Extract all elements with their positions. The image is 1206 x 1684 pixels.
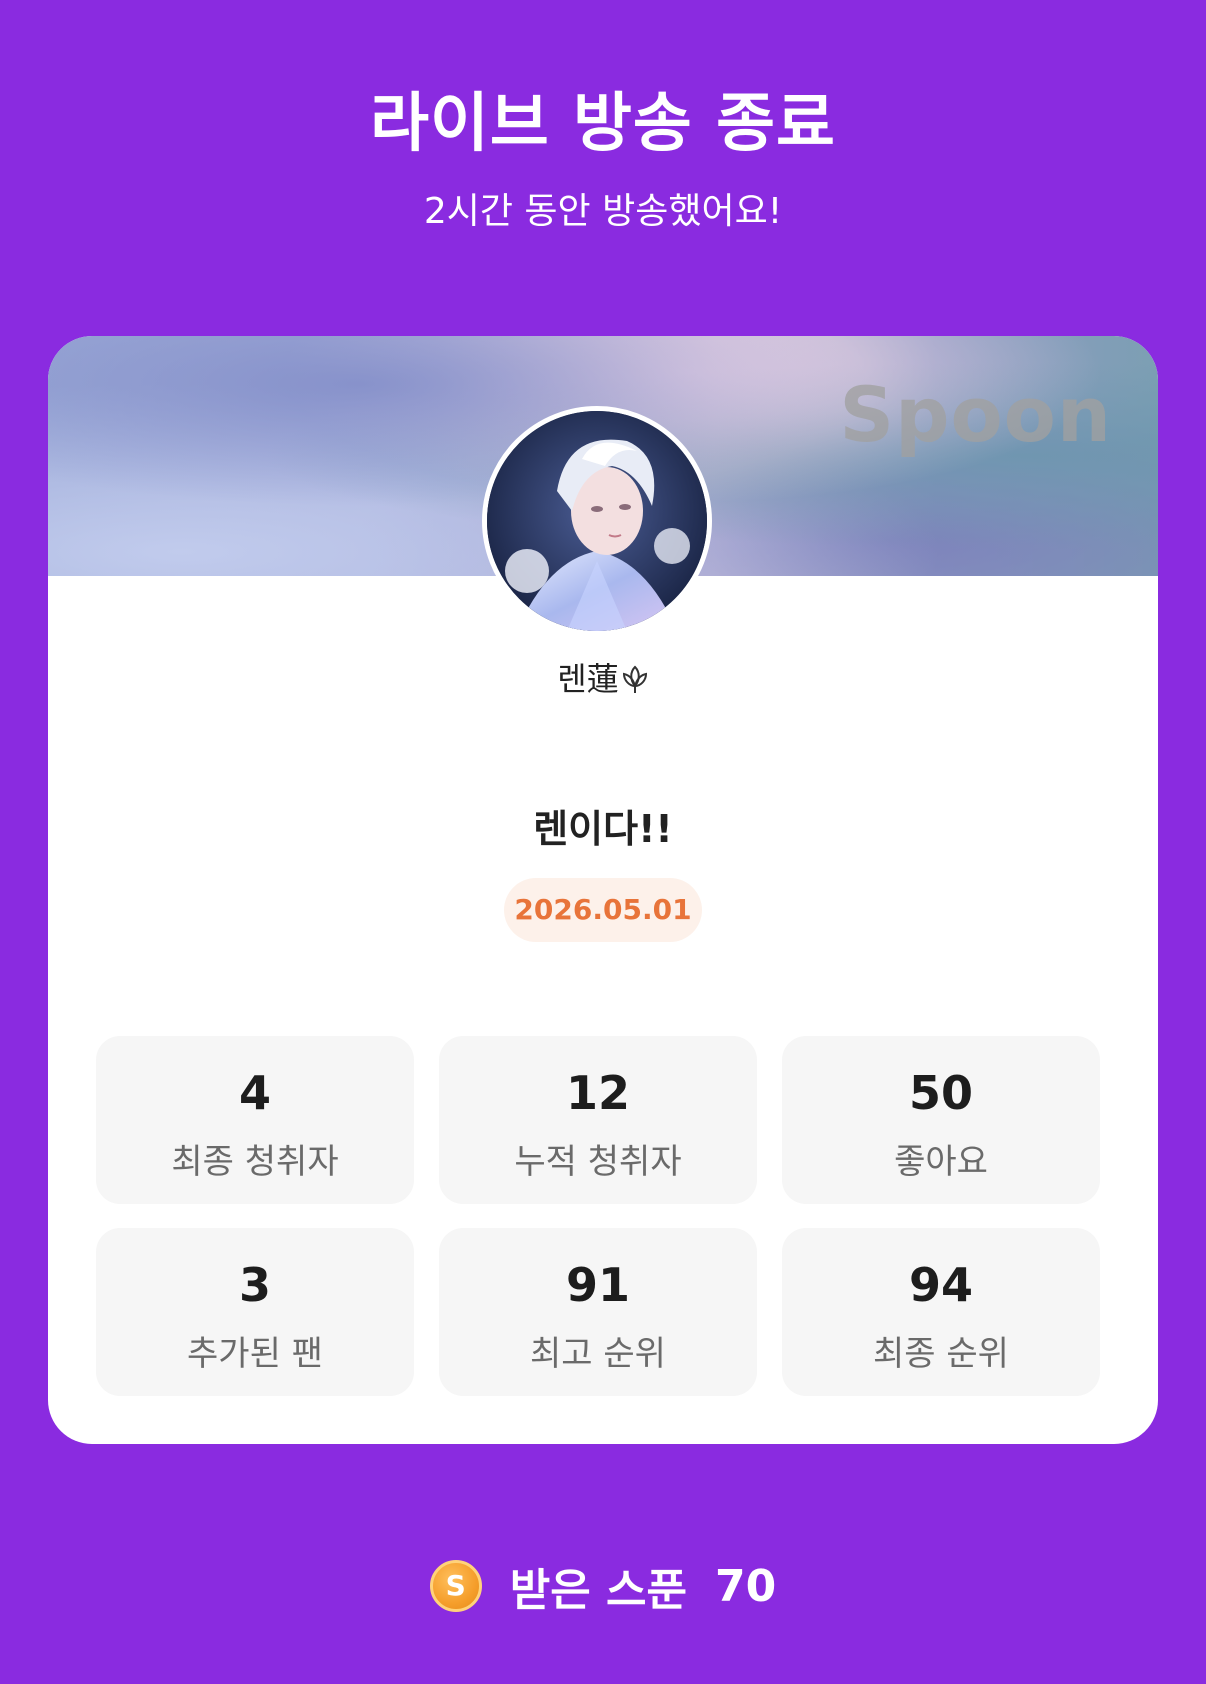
broadcast-duration-text: 2시간 동안 방송했어요! [423, 191, 783, 232]
stat-label: 추가된 팬 [187, 1334, 323, 1374]
received-spoons: S 받은 스푼 70 [0, 1554, 1206, 1616]
received-spoons-value: 70 [715, 1560, 777, 1612]
stat-new-fans: 3 추가된 팬 [96, 1228, 414, 1396]
broadcast-title: 렌이다!! [533, 807, 673, 851]
stat-label: 좋아요 [894, 1142, 988, 1182]
stat-label: 최고 순위 [530, 1334, 666, 1374]
stat-total-listeners: 12 누적 청취자 [439, 1036, 757, 1204]
stat-label: 누적 청취자 [514, 1142, 682, 1182]
stat-value: 50 [908, 1066, 973, 1120]
broadcast-date-badge: 2026.05.01 [504, 878, 702, 942]
stat-best-rank: 91 최고 순위 [439, 1228, 757, 1396]
received-spoons-label: 받은 스푼 [509, 1565, 687, 1616]
stat-value: 12 [565, 1066, 630, 1120]
stat-label: 최종 청취자 [171, 1142, 339, 1182]
spoon-coin-icon: S [429, 1560, 482, 1612]
coin-letter: S [445, 1569, 466, 1602]
avatar-image [487, 411, 707, 631]
stat-value: 3 [238, 1258, 271, 1312]
spoon-logo: Spoon [839, 370, 1112, 459]
avatar[interactable] [482, 406, 712, 636]
stat-likes: 50 좋아요 [782, 1036, 1100, 1204]
stat-final-rank: 94 최종 순위 [782, 1228, 1100, 1396]
lotus-icon [622, 665, 647, 693]
streamer-nickname: 렌蓮 [48, 654, 1158, 700]
stat-value: 94 [908, 1258, 973, 1312]
stat-value: 91 [565, 1258, 630, 1312]
stat-label: 최종 순위 [873, 1334, 1009, 1374]
stat-final-listeners: 4 최종 청취자 [96, 1036, 414, 1204]
stat-value: 4 [238, 1066, 271, 1120]
broadcast-summary-card: Spoon 렌蓮 렌이다!! 2026.05.01 4 최종 청취자 12 누적… [48, 336, 1158, 1444]
nickname-text: 렌蓮 [557, 660, 619, 698]
page-title: 라이브 방송 종료 [370, 87, 836, 161]
